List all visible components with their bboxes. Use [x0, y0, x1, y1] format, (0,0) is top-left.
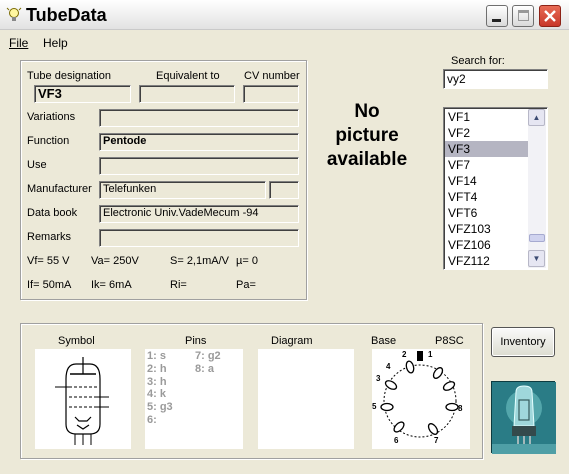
designation-label: Tube designation — [27, 70, 111, 82]
ri-value: Ri= — [170, 279, 187, 291]
tube-list-item[interactable]: VFZ106 — [445, 237, 528, 253]
va-value: Va= 250V — [91, 255, 139, 267]
cv-field[interactable] — [243, 85, 299, 103]
tube-symbol-image — [35, 349, 131, 449]
variations-label: Variations — [27, 111, 76, 123]
designation-field[interactable]: VF3 — [34, 85, 131, 103]
tube-list-item[interactable]: VF3 — [445, 141, 528, 157]
remarks-label: Remarks — [27, 231, 72, 243]
equivalent-field[interactable] — [139, 85, 235, 103]
pin-entry: 8: a — [195, 362, 214, 375]
tube-list-item[interactable]: VFZ112 — [445, 253, 528, 269]
title-bar: TubeData — [0, 0, 569, 30]
pins-list: 1: s 2: h 3: h 4: k 5: g3 6: 7: g2 8: a — [145, 349, 243, 449]
maximize-button[interactable] — [512, 5, 534, 27]
function-field[interactable]: Pentode — [99, 133, 299, 151]
manufacturer-label: Manufacturer — [27, 183, 92, 195]
vf-value: Vf= 55 V — [27, 255, 70, 267]
s-value: S= 2,1mA/V — [170, 255, 230, 267]
minimize-button[interactable] — [486, 5, 508, 27]
symbol-label: Symbol — [58, 335, 95, 347]
base-code-label: P8SC — [435, 335, 464, 347]
close-button[interactable] — [539, 5, 561, 27]
tube-list-item[interactable]: VF7 — [445, 157, 528, 173]
pa-value: Pa= — [236, 279, 256, 291]
no-picture-text: No picture available — [316, 100, 418, 172]
close-icon — [544, 10, 556, 22]
use-label: Use — [27, 159, 47, 171]
tube-list-item[interactable]: VF2 — [445, 125, 528, 141]
base-pin-number: 7 — [434, 436, 439, 445]
pentode-symbol-icon — [55, 357, 109, 445]
if-value: If= 50mA — [27, 279, 72, 291]
scroll-up-icon: ▲ — [532, 113, 541, 122]
base-pin-number: 6 — [394, 436, 399, 445]
pin-entry: 3: h — [147, 375, 167, 388]
no-picture-line2: picture — [335, 125, 399, 146]
inventory-button[interactable]: Inventory — [491, 327, 555, 357]
tube-logo-image — [491, 381, 556, 454]
diagram-box — [258, 349, 354, 449]
no-picture-line1: No — [354, 101, 380, 122]
databook-label: Data book — [27, 207, 78, 219]
diagram-label: Diagram — [271, 335, 313, 347]
pin-entry: 1: s — [147, 350, 166, 362]
pin-entry: 5: g3 — [147, 401, 173, 414]
databook-field[interactable]: Electronic Univ.VadeMecum -94 — [99, 205, 299, 223]
menu-help[interactable]: Help — [43, 36, 68, 50]
manufacturer-extra-field[interactable] — [269, 181, 299, 199]
base-pinout-icon: 1 2 3 4 5 6 7 8 — [372, 350, 463, 445]
base-pin-number: 4 — [386, 362, 391, 371]
pins-column-2: 7: g2 8: a — [195, 350, 221, 376]
tube-logo-icon — [492, 382, 556, 454]
list-scrollbar[interactable]: ▲ ▼ — [528, 109, 546, 268]
search-label: Search for: — [451, 55, 505, 67]
tube-list-item[interactable]: VFT6 — [445, 205, 528, 221]
menu-bar: File Help — [0, 32, 569, 52]
pin-entry: 2: h — [147, 362, 167, 375]
pins-label: Pins — [185, 335, 207, 347]
tube-list[interactable]: VF1 VF2 VF3 VF7 VF14 VFT4 VFT6 VFZ103 VFZ106 VFZ1… — [443, 107, 548, 270]
base-diagram: 1 2 3 4 5 6 7 8 — [372, 349, 470, 449]
scroll-down-button[interactable]: ▼ — [528, 250, 545, 267]
pin-entry: 4: k — [147, 388, 166, 401]
equivalent-label: Equivalent to — [156, 70, 220, 82]
scroll-thumb[interactable] — [529, 234, 545, 242]
pin-entry: 6: — [147, 413, 157, 426]
scroll-up-button[interactable]: ▲ — [528, 109, 545, 126]
base-pin-number: 8 — [458, 404, 463, 413]
manufacturer-field[interactable]: Telefunken — [99, 181, 266, 199]
use-field[interactable] — [99, 157, 299, 175]
lightbulb-icon — [6, 7, 22, 21]
remarks-field[interactable] — [99, 229, 299, 247]
ik-value: Ik= 6mA — [91, 279, 132, 291]
base-label: Base — [371, 335, 397, 347]
scroll-down-icon: ▼ — [532, 254, 541, 263]
tube-list-item[interactable]: VF1 — [445, 109, 528, 125]
tube-list-item[interactable]: VFZ103 — [445, 221, 528, 237]
base-pin-number: 1 — [428, 350, 433, 359]
minimize-icon — [492, 19, 501, 22]
tube-list-item[interactable]: VFT4 — [445, 189, 528, 205]
no-picture-line3: available — [326, 149, 408, 170]
pins-column-1: 1: s 2: h 3: h 4: k 5: g3 6: — [147, 350, 173, 427]
menu-file[interactable]: File — [9, 36, 28, 50]
base-pin-number: 2 — [402, 350, 407, 359]
mu-value: µ= 0 — [236, 255, 258, 267]
window-title: TubeData — [26, 5, 107, 25]
function-label: Function — [27, 135, 70, 147]
pin-entry: 7: g2 — [195, 350, 221, 362]
cv-label: CV number — [244, 70, 300, 82]
base-pin-number: 5 — [372, 402, 377, 411]
variations-field[interactable] — [99, 109, 299, 127]
base-pin-number: 3 — [376, 374, 381, 383]
search-input[interactable]: vy2 — [443, 69, 548, 89]
tube-list-item[interactable]: VF14 — [445, 173, 528, 189]
maximize-icon — [518, 10, 529, 21]
